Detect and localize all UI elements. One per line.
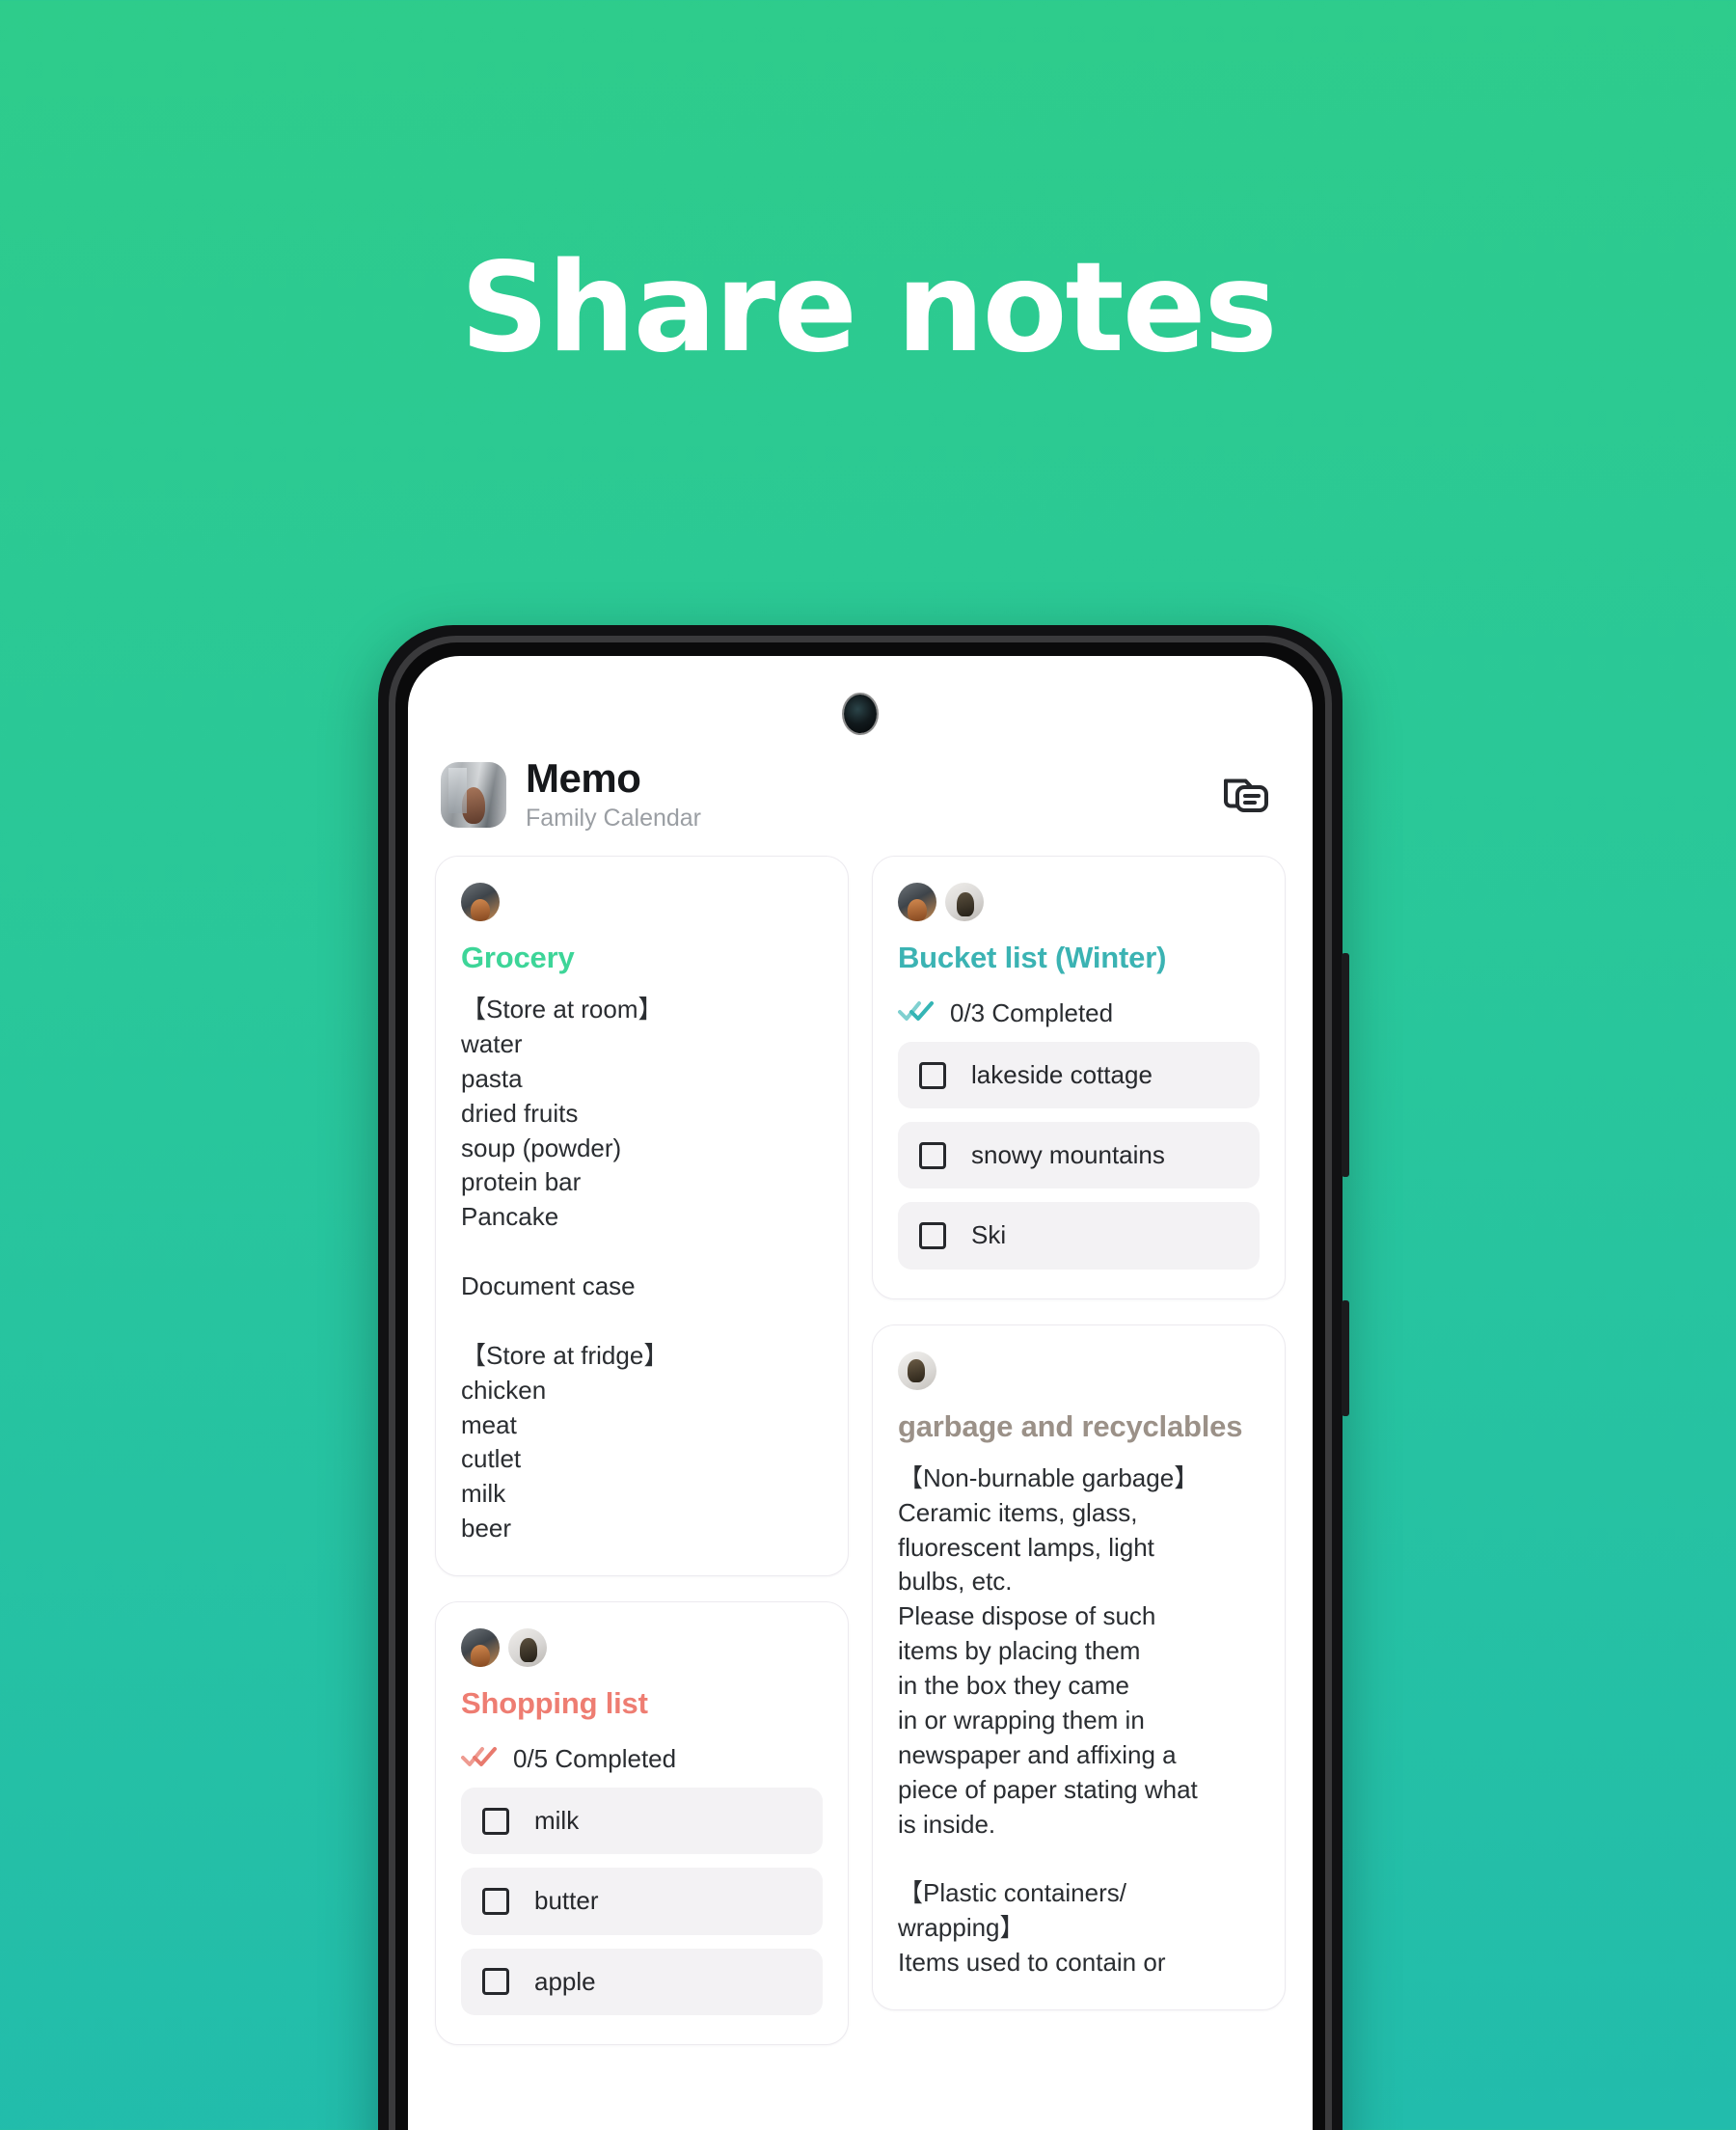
phone-mockup: Memo Family Calendar Grocery 【Store at r…: [378, 625, 1349, 2130]
list-item[interactable]: milk: [461, 1788, 823, 1855]
list-item[interactable]: lakeside cottage: [898, 1042, 1260, 1109]
card-title: garbage and recyclables: [898, 1408, 1243, 1443]
power-button[interactable]: [1342, 1300, 1349, 1416]
avatar: [508, 1628, 547, 1668]
list-item[interactable]: Ski: [898, 1202, 1260, 1270]
progress-label: 0/5 Completed: [513, 1744, 677, 1774]
note-card-bucket-list[interactable]: Bucket list (Winter) 0/3 Completed lakes…: [872, 855, 1286, 1299]
progress-label: 0/3 Completed: [950, 998, 1114, 1028]
page-subtitle: Family Calendar: [526, 805, 702, 833]
phone-screen: Memo Family Calendar Grocery 【Store at r…: [408, 656, 1313, 2130]
card-title: Shopping list: [461, 1686, 648, 1721]
board-column-right: Bucket list (Winter) 0/3 Completed lakes…: [872, 855, 1286, 2045]
card-avatars: [898, 882, 1260, 922]
stacked-notes-icon[interactable]: [1218, 767, 1274, 823]
avatar: [945, 882, 984, 921]
note-card-shopping-list[interactable]: Shopping list 0/5 Completed milk butter …: [435, 1601, 849, 2045]
card-avatars: [898, 1351, 1260, 1391]
checkbox-icon[interactable]: [482, 1968, 509, 1996]
note-body: 【Store at room】 water pasta dried fruits…: [461, 995, 669, 1543]
list-item[interactable]: butter: [461, 1868, 823, 1935]
notes-board: Grocery 【Store at room】 water pasta drie…: [408, 834, 1313, 2045]
page-title: Memo: [526, 755, 641, 801]
checkbox-icon[interactable]: [482, 1807, 509, 1835]
phone-frame-inner: Memo Family Calendar Grocery 【Store at r…: [395, 642, 1325, 2130]
list-item-label: lakeside cottage: [971, 1060, 1153, 1090]
double-check-icon: [898, 998, 935, 1028]
checkbox-icon[interactable]: [919, 1061, 946, 1089]
hero-banner: Share notes: [0, 0, 1736, 617]
list-item-label: milk: [534, 1806, 580, 1836]
checkbox-icon[interactable]: [482, 1888, 509, 1916]
list-item-label: snowy mountains: [971, 1140, 1165, 1170]
volume-button[interactable]: [1342, 953, 1349, 1177]
card-title: Bucket list (Winter): [898, 940, 1167, 974]
avatar: [898, 882, 936, 921]
note-body: 【Non-burnable garbage】 Ceramic items, gl…: [898, 1462, 1200, 1978]
phone-bezel: Memo Family Calendar Grocery 【Store at r…: [389, 636, 1332, 2130]
front-camera-icon: [844, 695, 877, 733]
list-item-label: apple: [534, 1966, 596, 1996]
progress-row: 0/3 Completed: [898, 998, 1260, 1028]
avatar: [461, 1628, 500, 1668]
note-card-grocery[interactable]: Grocery 【Store at room】 water pasta drie…: [435, 855, 849, 1577]
checkbox-icon[interactable]: [919, 1141, 946, 1169]
card-avatars: [461, 1627, 823, 1668]
progress-row: 0/5 Completed: [461, 1744, 823, 1774]
header-text-block: Memo Family Calendar: [526, 756, 1199, 834]
app-header: Memo Family Calendar: [408, 656, 1313, 834]
hero-title: Share notes: [460, 236, 1277, 380]
avatar: [461, 882, 500, 921]
card-avatars: [461, 882, 823, 922]
list-item[interactable]: apple: [461, 1948, 823, 2015]
checkbox-icon[interactable]: [919, 1222, 946, 1250]
list-item-label: butter: [534, 1886, 599, 1916]
list-item[interactable]: snowy mountains: [898, 1122, 1260, 1189]
list-item-label: Ski: [971, 1220, 1007, 1250]
note-card-garbage[interactable]: garbage and recyclables 【Non-burnable ga…: [872, 1324, 1286, 2010]
card-title: Grocery: [461, 940, 575, 974]
avatar: [898, 1351, 936, 1390]
avatar[interactable]: [441, 762, 506, 829]
board-column-left: Grocery 【Store at room】 water pasta drie…: [435, 855, 849, 2045]
double-check-icon: [461, 1744, 498, 1774]
